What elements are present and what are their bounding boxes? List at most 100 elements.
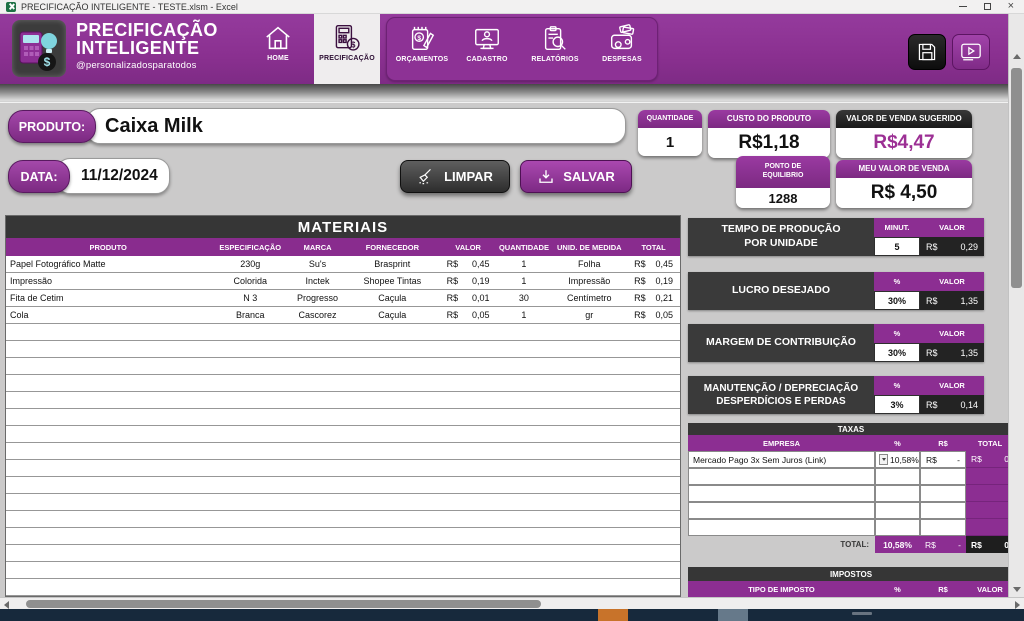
table-empty-row[interactable]	[6, 375, 680, 392]
cell-fornecedor[interactable]: Caçula	[345, 307, 440, 323]
close-button[interactable]: ×	[1008, 1, 1014, 12]
cell-unidade[interactable]: Folha	[551, 256, 627, 272]
cell-fornecedor[interactable]: Shopee Tintas	[345, 273, 440, 289]
video-tutorial-button[interactable]	[952, 34, 990, 70]
nav-orcamentos[interactable]: $ ORÇAMENTOS	[391, 24, 453, 63]
taxa-pct-cell[interactable]: 10,58%	[875, 451, 920, 468]
table-empty-row[interactable]	[6, 579, 680, 596]
nav-precificacao[interactable]: $ PRECIFICAÇÃO	[314, 14, 380, 84]
table-empty-row[interactable]	[6, 562, 680, 579]
limpar-button[interactable]: LIMPAR	[400, 160, 510, 193]
cell-quantidade[interactable]: 1	[497, 256, 552, 272]
table-empty-row[interactable]	[6, 545, 680, 562]
minimize-button[interactable]	[959, 6, 967, 8]
scroll-right-arrow-icon[interactable]	[1015, 601, 1020, 609]
taxa-rs-cell[interactable]	[920, 485, 966, 502]
taxa-pct-cell[interactable]	[875, 485, 920, 502]
table-empty-row[interactable]	[6, 460, 680, 477]
cell-especificacao[interactable]: N 3	[210, 290, 290, 306]
table-empty-row[interactable]	[6, 426, 680, 443]
cell-valor[interactable]: R$0,19	[440, 273, 497, 289]
table-row[interactable]: Papel Fotográfico Matte 230g Su's Braspr…	[6, 256, 680, 273]
horizontal-scroll-thumb[interactable]	[26, 600, 541, 608]
cell-especificacao[interactable]: Branca	[210, 307, 290, 323]
cell-fornecedor[interactable]: Brasprint	[345, 256, 440, 272]
manutencao-pct-input[interactable]: 3%	[874, 395, 920, 414]
scroll-down-arrow-icon[interactable]	[1013, 587, 1021, 592]
maximize-button[interactable]	[984, 3, 991, 10]
cell-valor[interactable]: R$0,05	[440, 307, 497, 323]
nav-relatorios[interactable]: RELATÓRIOS	[523, 24, 587, 63]
table-empty-row[interactable]	[6, 528, 680, 545]
vertical-scrollbar[interactable]	[1008, 14, 1024, 597]
table-empty-row[interactable]	[6, 511, 680, 528]
minutos-input[interactable]: 5	[874, 237, 920, 256]
taxa-empresa-cell[interactable]	[688, 468, 875, 485]
cell-quantidade[interactable]: 30	[497, 290, 552, 306]
taskbar-app-gray[interactable]	[718, 609, 748, 621]
cell-total[interactable]: R$0,45	[627, 256, 680, 272]
taxa-empty-row[interactable]	[688, 519, 1014, 536]
save-button[interactable]	[908, 34, 946, 70]
table-empty-row[interactable]	[6, 358, 680, 375]
nav-despesas[interactable]: DESPESAS	[593, 24, 651, 63]
cell-fornecedor[interactable]: Caçula	[345, 290, 440, 306]
taxa-row[interactable]: Mercado Pago 3x Sem Juros (Link) 10,58% …	[688, 451, 1014, 468]
taxa-empty-row[interactable]	[688, 502, 1014, 519]
taxa-empresa-cell[interactable]	[688, 485, 875, 502]
dropdown-arrow-icon[interactable]	[879, 454, 888, 465]
horizontal-scrollbar[interactable]	[0, 597, 1024, 609]
taxa-rs-cell[interactable]	[920, 502, 966, 519]
meu-valor-value[interactable]: R$ 4,50	[836, 178, 972, 208]
cell-unidade[interactable]: Impressão	[551, 273, 627, 289]
taxa-pct-cell[interactable]	[875, 468, 920, 485]
cell-produto[interactable]: Papel Fotográfico Matte	[6, 256, 210, 272]
table-empty-row[interactable]	[6, 341, 680, 358]
taxa-rs-cell[interactable]: R$-	[920, 451, 966, 468]
salvar-button[interactable]: SALVAR	[520, 160, 632, 193]
cell-marca[interactable]: Cascorez	[290, 307, 345, 323]
taskbar-app-orange[interactable]	[598, 609, 628, 621]
nav-cadastro[interactable]: CADASTRO	[457, 24, 517, 63]
taxa-empresa-cell[interactable]	[688, 502, 875, 519]
table-empty-row[interactable]	[6, 443, 680, 460]
table-row[interactable]: Fita de Cetim N 3 Progresso Caçula R$0,0…	[6, 290, 680, 307]
cell-unidade[interactable]: Centímetro	[551, 290, 627, 306]
quantidade-value[interactable]: 1	[638, 128, 702, 156]
nav-home[interactable]: HOME	[250, 23, 306, 62]
scroll-up-arrow-icon[interactable]	[1013, 54, 1021, 59]
cell-produto[interactable]: Impressão	[6, 273, 210, 289]
table-row[interactable]: Cola Branca Cascorez Caçula R$0,05 1 gr …	[6, 307, 680, 324]
vertical-scroll-thumb[interactable]	[1011, 68, 1022, 288]
cell-marca[interactable]: Inctek	[290, 273, 345, 289]
cell-total[interactable]: R$0,19	[627, 273, 680, 289]
lucro-pct-input[interactable]: 30%	[874, 291, 920, 310]
taxa-rs-cell[interactable]	[920, 519, 966, 536]
table-empty-row[interactable]	[6, 392, 680, 409]
margem-pct-input[interactable]: 30%	[874, 343, 920, 362]
taxa-empresa-cell[interactable]: Mercado Pago 3x Sem Juros (Link)	[688, 451, 875, 468]
table-empty-row[interactable]	[6, 494, 680, 511]
cell-total[interactable]: R$0,21	[627, 290, 680, 306]
cell-especificacao[interactable]: 230g	[210, 256, 290, 272]
cell-produto[interactable]: Cola	[6, 307, 210, 323]
scroll-left-arrow-icon[interactable]	[4, 601, 9, 609]
cell-valor[interactable]: R$0,45	[440, 256, 497, 272]
table-row[interactable]: Impressão Colorida Inctek Shopee Tintas …	[6, 273, 680, 290]
cell-quantidade[interactable]: 1	[497, 307, 552, 323]
data-input[interactable]: 11/12/2024	[56, 158, 170, 194]
cell-marca[interactable]: Progresso	[290, 290, 345, 306]
cell-especificacao[interactable]: Colorida	[210, 273, 290, 289]
taxa-pct-cell[interactable]	[875, 502, 920, 519]
taxa-empty-row[interactable]	[688, 485, 1014, 502]
table-empty-row[interactable]	[6, 324, 680, 341]
cell-valor[interactable]: R$0,01	[440, 290, 497, 306]
table-empty-row[interactable]	[6, 409, 680, 426]
taxa-empty-row[interactable]	[688, 468, 1014, 485]
cell-total[interactable]: R$0,05	[627, 307, 680, 323]
cell-quantidade[interactable]: 1	[497, 273, 552, 289]
cell-marca[interactable]: Su's	[290, 256, 345, 272]
taxa-empresa-cell[interactable]	[688, 519, 875, 536]
taxa-pct-cell[interactable]	[875, 519, 920, 536]
cell-produto[interactable]: Fita de Cetim	[6, 290, 210, 306]
